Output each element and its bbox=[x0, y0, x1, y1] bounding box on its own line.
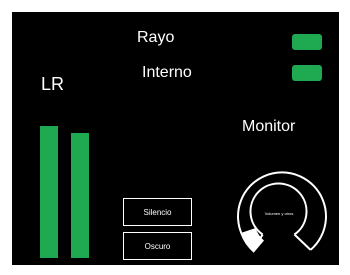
right-level-meter bbox=[71, 133, 89, 258]
lr-meter-label: LR bbox=[41, 74, 65, 94]
monitor-volume-knob[interactable]: Volumen y otros bbox=[222, 157, 332, 262]
monitor-label: Monitor bbox=[242, 118, 296, 135]
knob-label: Volumen y otros bbox=[265, 211, 294, 216]
rayo-indicator-led bbox=[292, 34, 322, 50]
oscuro-button[interactable]: Oscuro bbox=[123, 232, 192, 260]
left-level-meter bbox=[40, 126, 58, 258]
silencio-button[interactable]: Silencio bbox=[123, 198, 192, 226]
rayo-label: Rayo bbox=[137, 29, 175, 46]
interno-label: Interno bbox=[142, 64, 192, 81]
control-panel: Rayo Interno LR Silencio Oscuro Monitor … bbox=[12, 12, 339, 265]
interno-indicator-led bbox=[292, 65, 322, 81]
